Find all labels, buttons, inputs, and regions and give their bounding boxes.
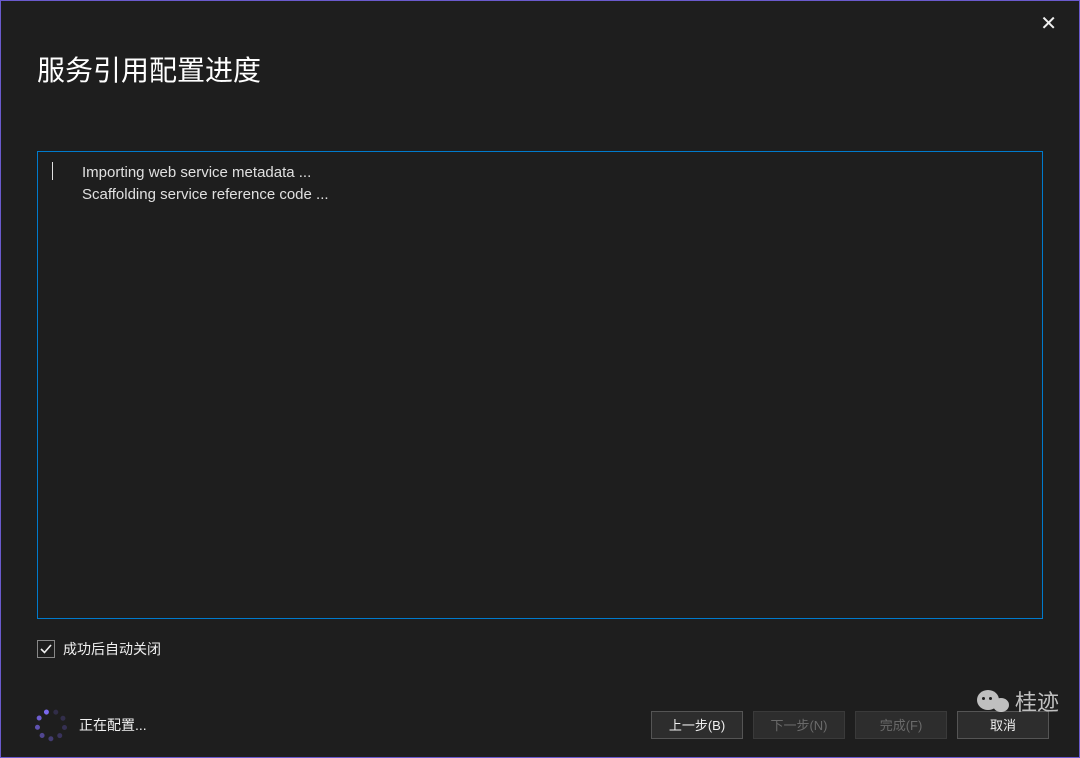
checkmark-icon bbox=[40, 643, 52, 655]
back-button[interactable]: 上一步(B) bbox=[651, 711, 743, 739]
dialog-title: 服务引用配置进度 bbox=[1, 1, 1079, 89]
spinner-icon bbox=[37, 711, 65, 739]
finish-button: 完成(F) bbox=[855, 711, 947, 739]
auto-close-checkbox[interactable] bbox=[37, 640, 55, 658]
auto-close-checkbox-row: 成功后自动关闭 bbox=[37, 639, 161, 659]
log-line: Importing web service metadata ... bbox=[52, 162, 1028, 184]
text-cursor bbox=[52, 162, 53, 180]
auto-close-label: 成功后自动关闭 bbox=[63, 639, 161, 659]
next-button: 下一步(N) bbox=[753, 711, 845, 739]
close-icon: ✕ bbox=[1040, 13, 1057, 35]
status-text: 正在配置... bbox=[79, 715, 147, 735]
log-line: Scaffolding service reference code ... bbox=[52, 184, 1028, 206]
bottom-bar: 正在配置... 上一步(B) 下一步(N) 完成(F) 取消 bbox=[1, 692, 1079, 757]
log-panel: Importing web service metadata ... Scaff… bbox=[37, 151, 1043, 619]
cancel-button[interactable]: 取消 bbox=[957, 711, 1049, 739]
close-button[interactable]: ✕ bbox=[1028, 7, 1069, 40]
